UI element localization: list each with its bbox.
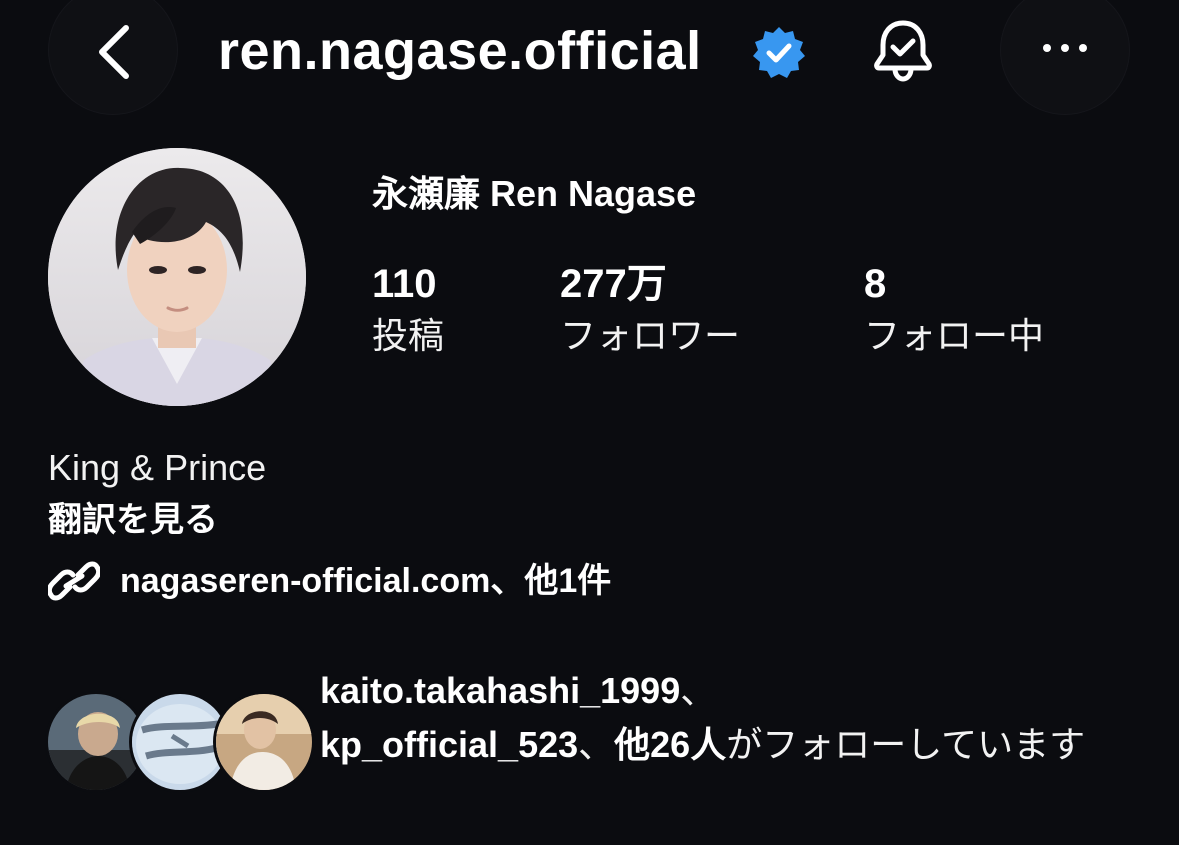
mutual-followers-text[interactable]: kaito.takahashi_1999、 kp_official_523、他2… [320,664,1150,772]
followers-label: フォロワー [560,315,741,356]
mutual-suffix: がフォローしています [726,724,1086,765]
verified-badge-icon [753,27,805,78]
mutual-separator-1: 、 [680,670,717,711]
page-title-username: ren.nagase.official [218,21,702,81]
more-horizontal-icon[interactable] [1040,38,1090,58]
mutual-avatar-3 [216,694,312,790]
chevron-left-icon[interactable] [94,22,134,82]
posts-count: 110 [372,262,437,306]
following-label: フォロー中 [864,315,1045,356]
mutual-followers-avatars[interactable] [48,694,312,792]
bell-check-icon[interactable] [872,17,934,83]
mutual-avatar-1 [48,694,144,790]
link-icon [48,561,100,601]
mutual-separator-2: 、 [578,724,615,765]
following-stat[interactable]: 8 フォロー中 [864,258,1044,362]
profile-header: ren.nagase.official [0,0,1179,115]
followers-count: 277万 [560,262,667,306]
see-translation-link[interactable]: 翻訳を見る [48,498,218,542]
link-text[interactable]: nagaseren-official.com、他1件 [120,558,611,604]
mutual-avatar-2 [132,694,228,790]
bio-text: King & Prince [48,447,267,488]
followers-stat[interactable]: 277万 フォロワー [560,258,740,362]
posts-label: 投稿 [372,315,445,356]
mutual-others-count[interactable]: 他26人 [614,724,726,765]
posts-stat[interactable]: 110 投稿 [372,258,444,362]
profile-display-name: 永瀬廉 Ren Nagase [372,173,697,214]
profile-avatar[interactable] [48,148,306,406]
mutual-follower-2[interactable]: kp_official_523 [320,724,578,765]
following-count: 8 [864,262,887,306]
mutual-follower-1[interactable]: kaito.takahashi_1999 [320,670,680,711]
